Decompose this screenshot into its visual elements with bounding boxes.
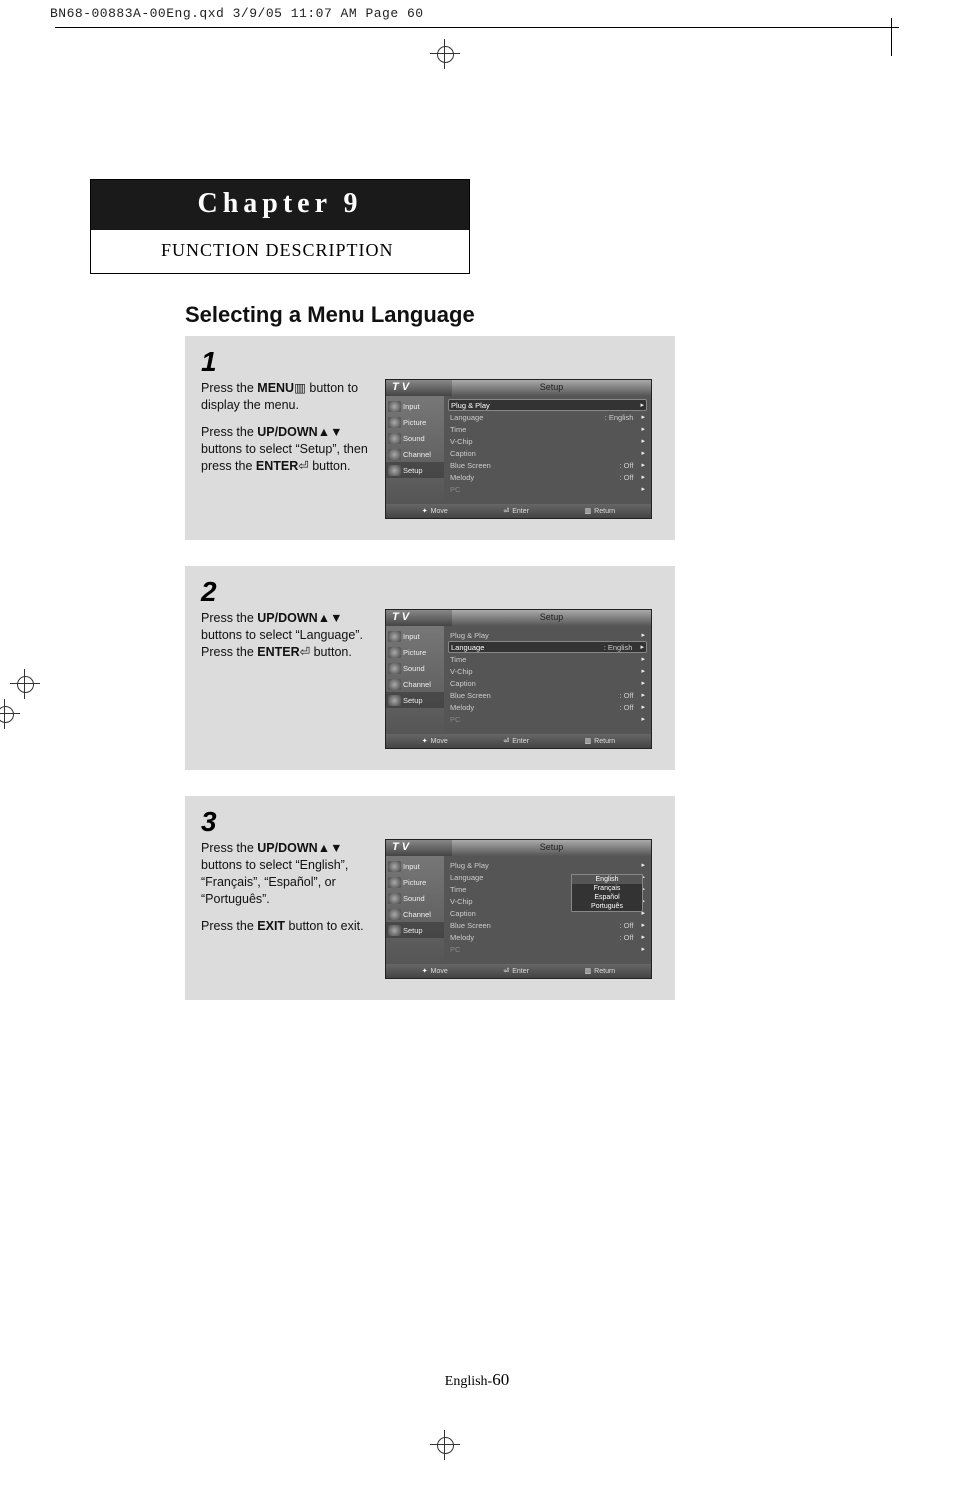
crop-rule-right	[891, 18, 892, 56]
osd-row: PC▸	[448, 943, 647, 955]
osd-row: Plug & Play▸	[448, 629, 647, 641]
enter-icon: ⏎	[503, 507, 509, 515]
step-3-text: Press the UP/DOWN▲▼ buttons to select “E…	[201, 840, 376, 978]
sidebar-picture: Picture	[386, 414, 444, 430]
osd-row: V-Chip▸	[448, 435, 647, 447]
step-2-text: Press the UP/DOWN▲▼ buttons to select “L…	[201, 610, 376, 748]
chapter-title: Chapter 9	[91, 180, 469, 230]
step-number: 1	[201, 346, 659, 378]
osd-main-3: Plug & Play▸Language▸Time▸V-Chip▸Caption…	[444, 856, 651, 964]
osd-tv-label: T V	[386, 840, 452, 856]
sidebar-channel: Channel	[386, 676, 444, 692]
sidebar-input: Input	[386, 858, 444, 874]
step-3: 3 Press the UP/DOWN▲▼ buttons to select …	[185, 796, 675, 1000]
language-option: Français	[572, 884, 642, 893]
osd-row: Time▸	[448, 653, 647, 665]
sidebar-sound: Sound	[386, 660, 444, 676]
osd-hints: ✦Move ⏎Enter ▥Return	[386, 964, 651, 978]
sidebar-setup: Setup	[386, 922, 444, 938]
osd-sidebar: Input Picture Sound Channel Setup	[386, 626, 444, 734]
step-2-para-1: Press the UP/DOWN▲▼ buttons to select “L…	[201, 610, 376, 661]
return-icon: ▥	[585, 967, 592, 975]
osd-row: Blue Screen: Off▸	[448, 689, 647, 701]
print-header: BN68-00883A-00Eng.qxd 3/9/05 11:07 AM Pa…	[0, 0, 954, 27]
move-icon: ✦	[422, 737, 428, 745]
section-title: Selecting a Menu Language	[185, 302, 899, 328]
move-icon: ✦	[422, 507, 428, 515]
step-1: 1 Press the MENU▥ button to display the …	[185, 336, 675, 540]
footer-page-number: 60	[492, 1370, 509, 1389]
osd-title: Setup	[452, 380, 651, 396]
step-3-para-2: Press the EXIT button to exit.	[201, 918, 376, 935]
osd-hints: ✦Move ⏎Enter ▥Return	[386, 734, 651, 748]
osd-sidebar: Input Picture Sound Channel Setup	[386, 856, 444, 964]
page-content: Chapter 9 FUNCTION DESCRIPTION Selecting…	[90, 179, 899, 1000]
sidebar-input: Input	[386, 628, 444, 644]
osd-row: Language: English▸	[448, 641, 647, 653]
sidebar-channel: Channel	[386, 906, 444, 922]
language-option: Português	[572, 902, 642, 911]
osd-row: V-Chip▸	[448, 665, 647, 677]
osd-title: Setup	[452, 840, 651, 856]
osd-row: Blue Screen: Off▸	[448, 919, 647, 931]
sidebar-picture: Picture	[386, 874, 444, 890]
sidebar-input: Input	[386, 398, 444, 414]
osd-row: Melody: Off▸	[448, 701, 647, 713]
osd-sidebar: Input Picture Sound Channel Setup	[386, 396, 444, 504]
sidebar-sound: Sound	[386, 890, 444, 906]
footer-prefix: English-	[445, 1374, 492, 1389]
osd-title: Setup	[452, 610, 651, 626]
osd-row: Plug & Play▸	[448, 859, 647, 871]
osd-screenshot-2: T V Setup Input Picture Sound Channel Se…	[386, 610, 651, 748]
registration-mark-top-icon	[430, 39, 460, 69]
enter-icon: ⏎	[503, 737, 509, 745]
osd-hints: ✦Move ⏎Enter ▥Return	[386, 504, 651, 518]
osd-row: Melody: Off▸	[448, 471, 647, 483]
language-popup: EnglishFrançaisEspañolPortuguês	[571, 874, 643, 912]
language-option: Español	[572, 893, 642, 902]
step-1-para-1: Press the MENU▥ button to display the me…	[201, 380, 376, 414]
step-3-para-1: Press the UP/DOWN▲▼ buttons to select “E…	[201, 840, 376, 908]
enter-icon: ⏎	[503, 967, 509, 975]
registration-mark-right-icon	[0, 699, 20, 729]
sidebar-setup: Setup	[386, 462, 444, 478]
osd-row: Time▸	[448, 423, 647, 435]
registration-mark-left-icon	[10, 669, 40, 699]
return-icon: ▥	[585, 737, 592, 745]
sidebar-sound: Sound	[386, 430, 444, 446]
registration-mark-bottom-icon	[430, 1430, 460, 1460]
osd-tv-label: T V	[386, 610, 452, 626]
sidebar-setup: Setup	[386, 692, 444, 708]
move-icon: ✦	[422, 967, 428, 975]
step-number: 2	[201, 576, 659, 608]
sidebar-channel: Channel	[386, 446, 444, 462]
osd-row: Caption▸	[448, 677, 647, 689]
osd-screenshot-3: T V Setup Input Picture Sound Channel Se…	[386, 840, 651, 978]
osd-tv-label: T V	[386, 380, 452, 396]
osd-main-2: Plug & Play▸Language: English▸Time▸V-Chi…	[444, 626, 651, 734]
chapter-subtitle: FUNCTION DESCRIPTION	[91, 230, 469, 273]
osd-row: Language: English▸	[448, 411, 647, 423]
sidebar-picture: Picture	[386, 644, 444, 660]
page-footer: English-60	[0, 1370, 954, 1470]
step-1-para-2: Press the UP/DOWN▲▼ buttons to select “S…	[201, 424, 376, 475]
osd-row: PC▸	[448, 713, 647, 725]
osd-row: Blue Screen: Off▸	[448, 459, 647, 471]
step-number: 3	[201, 806, 659, 838]
osd-row: Plug & Play▸	[448, 399, 647, 411]
chapter-block: Chapter 9 FUNCTION DESCRIPTION	[90, 179, 470, 274]
osd-row: Caption▸	[448, 447, 647, 459]
step-2: 2 Press the UP/DOWN▲▼ buttons to select …	[185, 566, 675, 770]
language-option: English	[572, 875, 642, 884]
crop-rule-top	[55, 27, 899, 29]
osd-main-1: Plug & Play▸Language: English▸Time▸V-Chi…	[444, 396, 651, 504]
osd-row: PC▸	[448, 483, 647, 495]
return-icon: ▥	[585, 507, 592, 515]
step-1-text: Press the MENU▥ button to display the me…	[201, 380, 376, 518]
osd-row: Melody: Off▸	[448, 931, 647, 943]
osd-screenshot-1: T V Setup Input Picture Sound Channel Se…	[386, 380, 651, 518]
